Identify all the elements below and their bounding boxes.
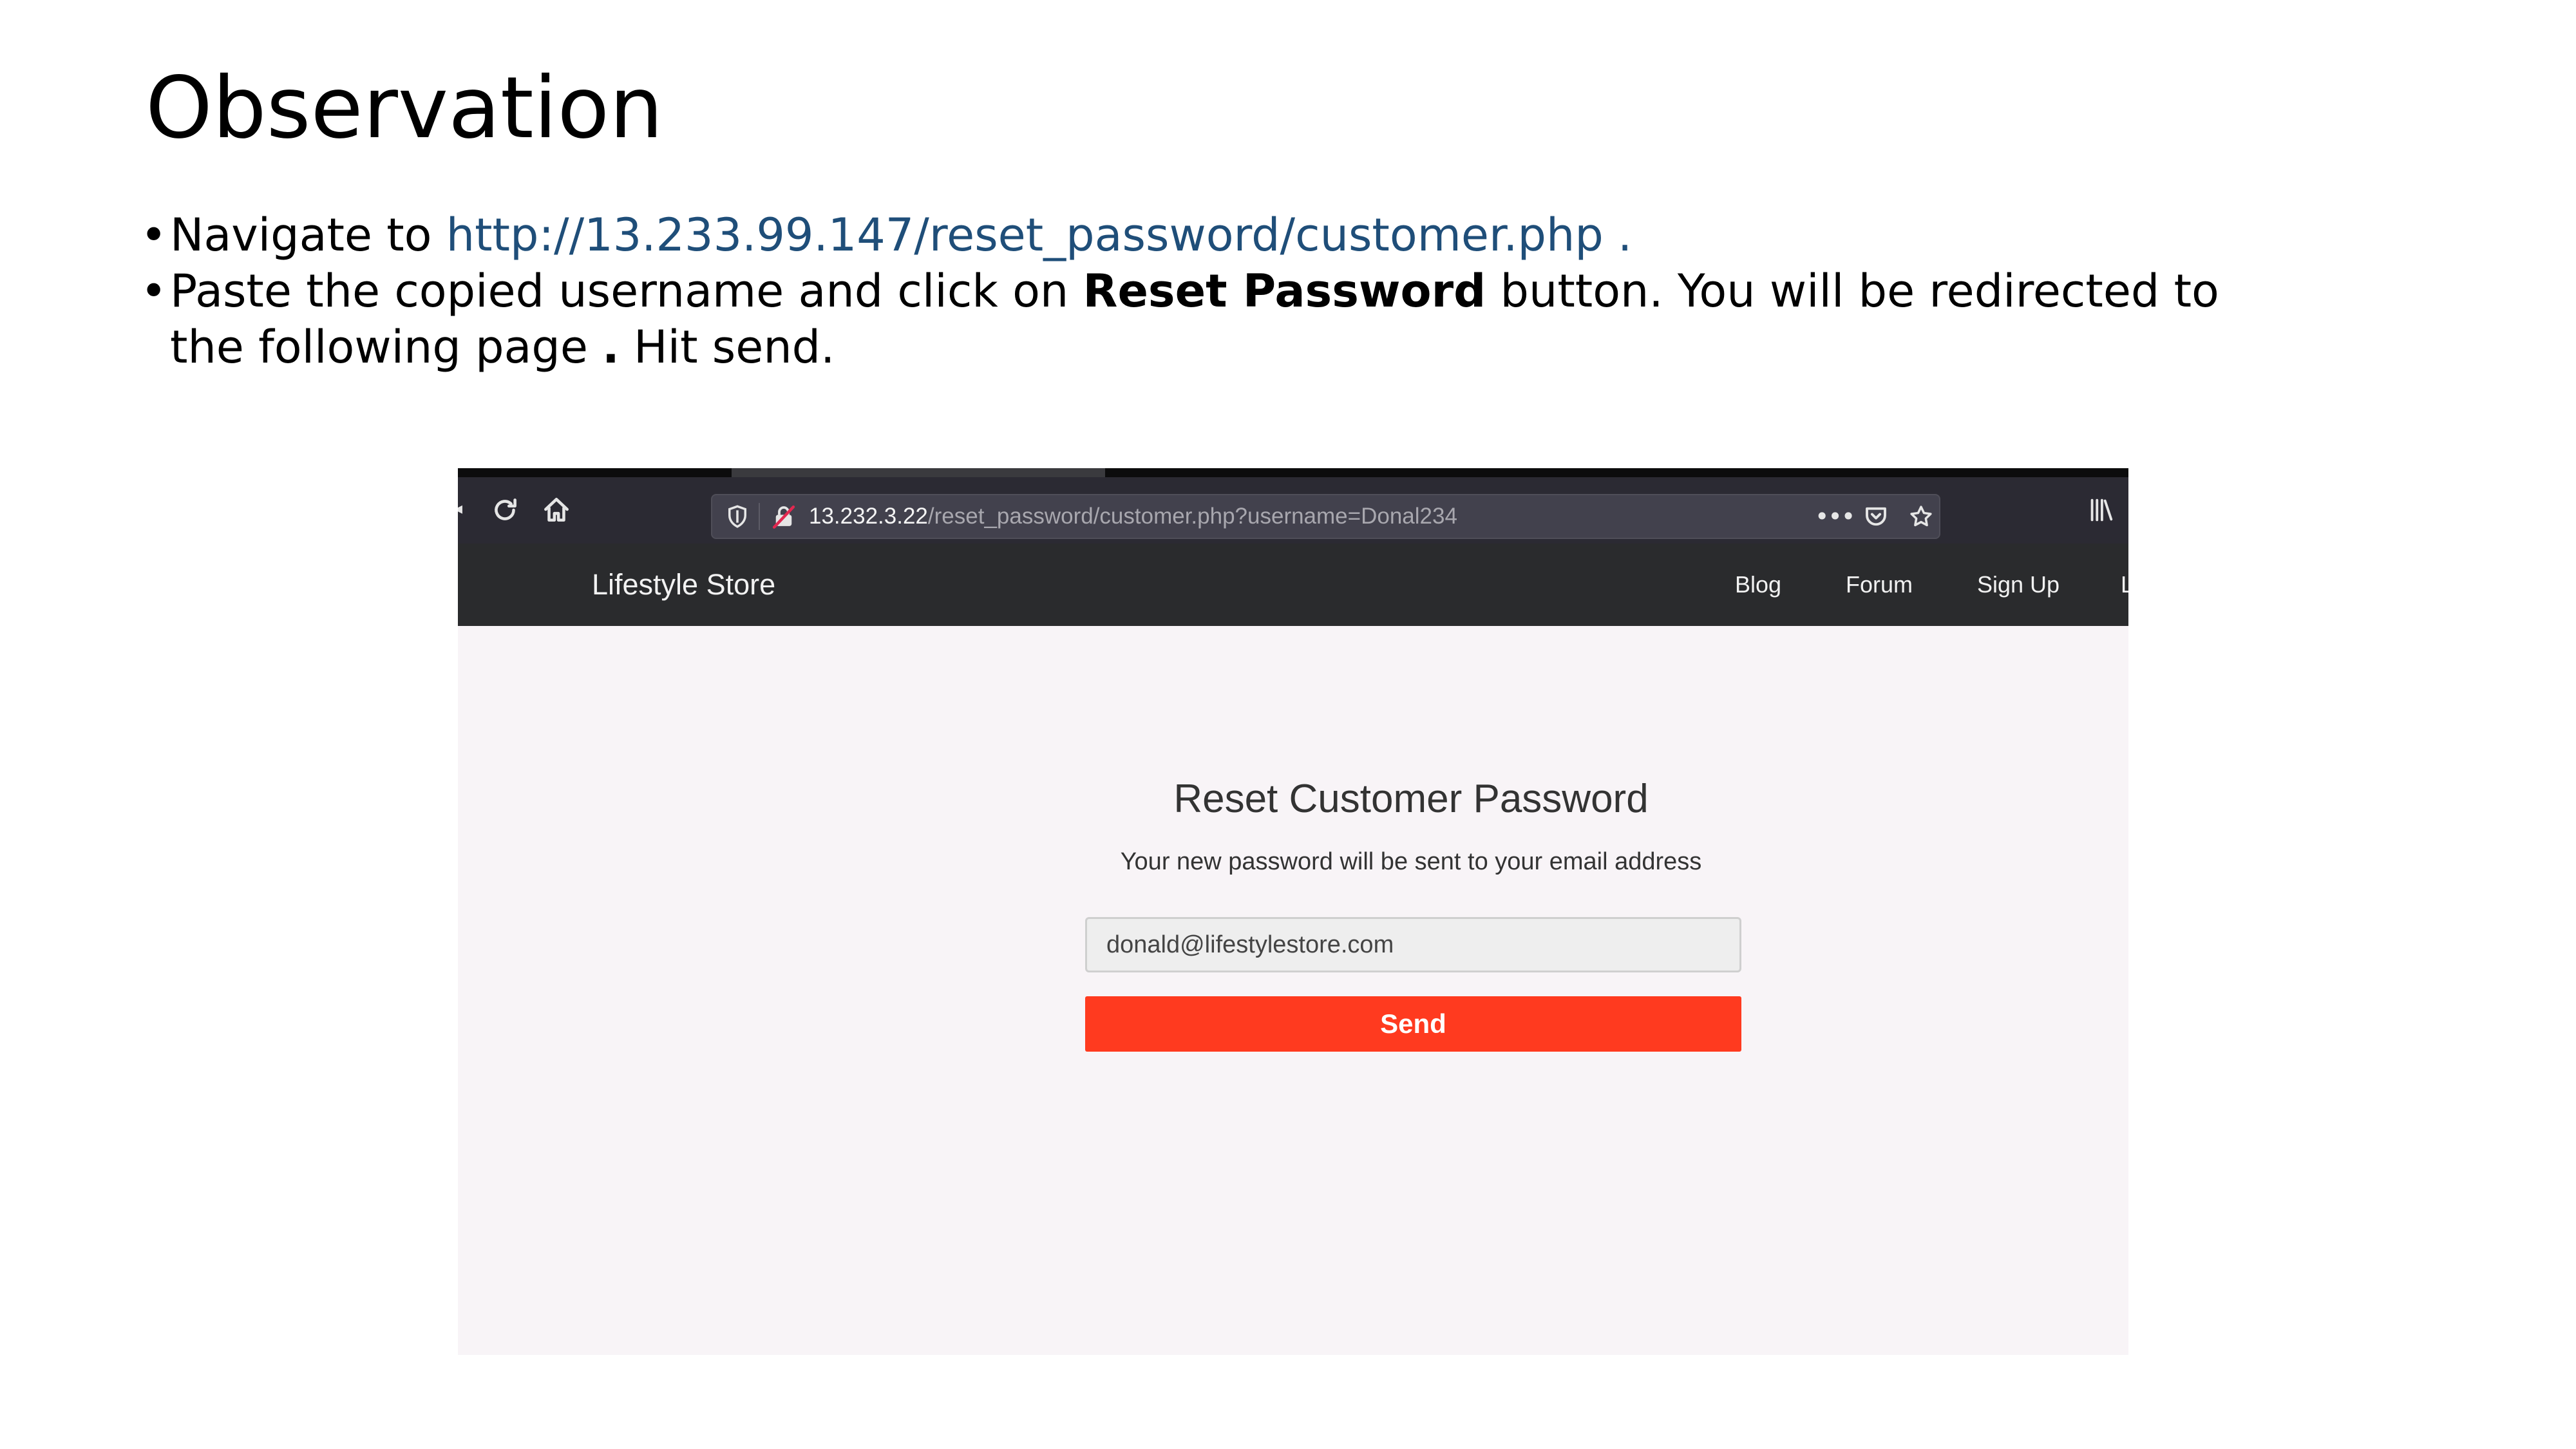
bullet-bold-period: . [602,321,620,374]
nav-link-signup[interactable]: Sign Up [1977,544,2060,626]
pocket-icon[interactable] [1862,503,1889,530]
browser-screenshot: ◂ 13.232.3.22/reset_password/customer.ph… [458,468,2128,1355]
tab-strip [458,468,2128,477]
url-bar[interactable]: 13.232.3.22/reset_password/customer.php?… [711,494,1940,539]
more-icon[interactable]: ••• [1815,503,1855,530]
brand-logo-text[interactable]: Lifestyle Store [592,544,775,626]
nav-link-cut-off[interactable]: L [2121,544,2128,626]
url-path: /reset_password/customer.php?username=Do… [927,504,1457,529]
site-navbar: Lifestyle Store Blog Forum Sign Up L [458,544,2128,626]
home-icon[interactable] [540,494,573,526]
library-icon[interactable] [2086,495,2116,525]
bullet-dot: • [140,209,167,261]
url-separator [759,503,760,530]
page-subtitle: Your new password will be sent to your e… [1120,848,1702,875]
shield-icon[interactable] [724,503,751,530]
page-title: Reset Customer Password [1173,777,1649,821]
send-button[interactable]: Send [1085,996,1741,1052]
back-arrow-icon[interactable]: ◂ [458,500,462,517]
bullet-bold-text: Reset Password [1083,265,1486,317]
star-icon[interactable] [1908,503,1935,530]
bullet-text: Paste the copied username and click on [170,265,1083,317]
active-tab[interactable] [732,468,1105,477]
nav-link-forum[interactable]: Forum [1846,544,1913,626]
browser-toolbar: ◂ 13.232.3.22/reset_password/customer.ph… [458,477,2128,544]
bullet-navigate: • Navigate to http://13.233.99.147/reset… [140,207,2266,263]
bullet-text: Hit send. [619,321,835,374]
reset-url-link[interactable]: http://13.233.99.147/reset_password/cust… [446,209,1633,261]
bullet-list: • Navigate to http://13.233.99.147/reset… [140,207,2266,375]
email-field[interactable] [1085,917,1741,972]
url-text[interactable]: 13.232.3.22/reset_password/customer.php?… [809,495,1457,538]
slide: Observation • Navigate to http://13.233.… [0,0,2576,1449]
nav-link-blog[interactable]: Blog [1735,544,1781,626]
url-host: 13.232.3.22 [809,504,928,529]
bullet-dot: • [140,265,167,317]
bullet-text: Navigate to [170,209,446,261]
bullet-paste: • Paste the copied username and click on… [140,263,2266,375]
insecure-lock-icon[interactable] [770,503,797,530]
reload-icon[interactable] [489,494,521,526]
slide-title: Observation [146,59,663,158]
